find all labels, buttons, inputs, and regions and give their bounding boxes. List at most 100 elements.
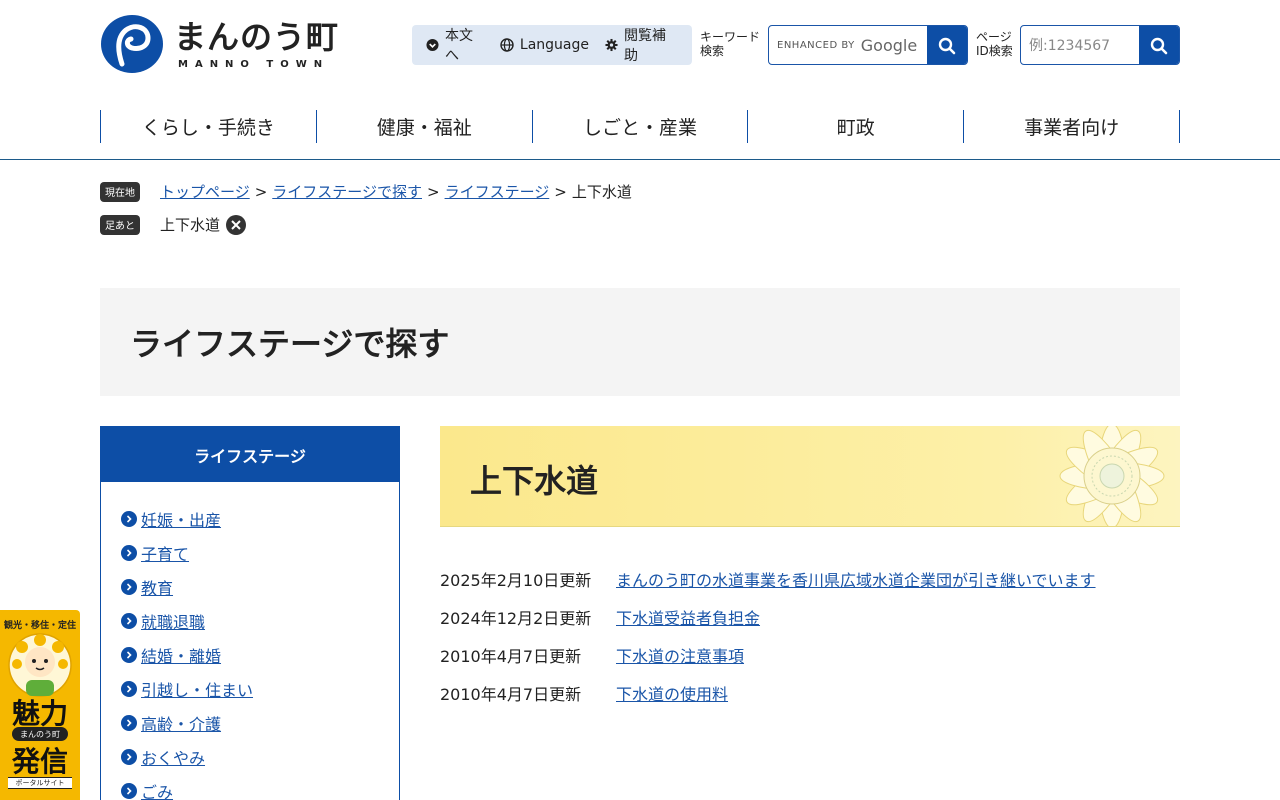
gnav-item-business[interactable]: 事業者向け (963, 110, 1180, 143)
keyword-label-line1: キーワード (700, 30, 761, 44)
page-id-search-button[interactable] (1139, 26, 1179, 64)
page-id-search: 例:1234567 (1020, 25, 1180, 65)
update-row: 2025年2月10日更新 まんのう町の水道事業を香川県広域水道企業団が引き継いでい… (440, 560, 1180, 598)
sidebar-link[interactable]: ごみ (141, 779, 173, 800)
gnav-item-government[interactable]: 町政 (747, 110, 963, 143)
update-row: 2010年4月7日更新 下水道の注意事項 (440, 636, 1180, 674)
sidebar-item: 結婚・離婚 (101, 638, 399, 672)
search-icon (938, 37, 956, 55)
google-enhanced-text: ENHANCED BY (777, 39, 855, 51)
page-id-search-label: ページ ID検索 (976, 30, 1013, 58)
section-banner: 上下水道 (440, 426, 1180, 527)
utility-links: 本文へ Language 閲覧補助 (412, 25, 692, 65)
language-label: Language (519, 37, 590, 53)
site-logo[interactable]: まんのう町 MANNO TOWN (100, 14, 339, 74)
chevron-right-icon (121, 545, 137, 561)
update-date: 2010年4月7日更新 (440, 685, 582, 704)
sidebar-item: おくやみ (101, 740, 399, 774)
mascot-icon (8, 633, 72, 697)
sidebar-item: 教育 (101, 570, 399, 604)
chevron-right-icon (121, 749, 137, 765)
chevron-right-icon (121, 647, 137, 663)
breadcrumb-separator: > (254, 182, 268, 201)
update-date: 2024年12月2日更新 (440, 609, 592, 628)
keyword-search-button[interactable] (927, 26, 967, 64)
chevron-right-icon (121, 681, 137, 697)
keyword-search-label: キーワード 検索 (700, 30, 760, 58)
history-tag: 足あと (100, 214, 140, 235)
sidebar-link[interactable]: 結婚・離婚 (141, 643, 221, 667)
update-link[interactable]: 下水道の使用料 (616, 681, 728, 705)
update-date: 2025年2月10日更新 (440, 571, 592, 590)
accessibility-link[interactable]: 閲覧補助 (605, 25, 676, 65)
update-row: 2010年4月7日更新 下水道の使用料 (440, 674, 1180, 712)
page-title-band: ライフステージで探す (100, 288, 1180, 396)
remove-history-button[interactable] (226, 214, 247, 235)
logo-text-en: MANNO TOWN (178, 58, 330, 70)
gear-icon (605, 38, 618, 52)
page-id-input[interactable]: 例:1234567 (1021, 26, 1139, 64)
sunflower-illustration (1059, 426, 1165, 526)
update-date: 2010年4月7日更新 (440, 647, 582, 666)
google-brand-text: Google (860, 35, 918, 55)
breadcrumb-separator: > (554, 182, 567, 201)
header-divider (0, 159, 1280, 160)
sidebar-link[interactable]: 教育 (141, 575, 173, 599)
sidebar-item: 就職退職 (101, 604, 399, 638)
update-link[interactable]: 下水道受益者負担金 (616, 605, 760, 629)
chevron-right-icon (121, 511, 137, 527)
gnav-item-work[interactable]: しごと・産業 (531, 110, 748, 143)
history-trail: 足あと 上下水道 (100, 214, 247, 235)
sidebar-link[interactable]: 子育て (141, 541, 189, 565)
page-title: ライフステージで探す (130, 325, 450, 363)
sidebar-link[interactable]: 引越し・住まい (141, 677, 253, 701)
update-list: 2025年2月10日更新 まんのう町の水道事業を香川県広域水道企業団が引き継いでい… (440, 560, 1180, 712)
update-row: 2024年12月2日更新 下水道受益者負担金 (440, 598, 1180, 636)
keyword-label-line2: 検索 (700, 44, 725, 58)
portal-title-1: 魅力 (11, 697, 68, 730)
global-nav: くらし・手続き 健康・福祉 しごと・産業 町政 事業者向け (100, 110, 1180, 143)
portal-top-text: 観光・移住・定住 (3, 621, 76, 631)
chevron-right-icon (121, 783, 137, 799)
sidebar-list: 妊娠・出産子育て教育就職退職結婚・離婚引越し・住まい 高齢・介護おくやみごみ (101, 482, 399, 800)
breadcrumb-link-lifestage-search[interactable]: ライフステージで探す (272, 181, 422, 202)
sidebar-item: 高齢・介護 (101, 706, 399, 740)
keyword-search-input[interactable]: ENHANCED BY Google (769, 26, 927, 64)
gnav-item-living[interactable]: くらし・手続き (100, 110, 316, 143)
sidebar-link[interactable]: 妊娠・出産 (141, 507, 221, 531)
update-link[interactable]: 下水道の注意事項 (616, 643, 744, 667)
current-location-tag: 現在地 (100, 181, 140, 202)
logo-text-jp: まんのう町 (174, 17, 340, 56)
history-item[interactable]: 上下水道 (160, 214, 220, 235)
accessibility-label: 閲覧補助 (624, 28, 667, 64)
chevron-down-circle-icon (426, 38, 439, 52)
update-link[interactable]: まんのう町の水道事業を香川県広域水道企業団が引き継いでいます (616, 567, 1096, 591)
portal-title-2: 発信 (11, 745, 68, 778)
page-id-label-line1: ページ (976, 30, 1012, 44)
sidebar: ライフステージ 妊娠・出産子育て教育就職退職結婚・離婚引越し・住まい 高齢・介護お… (100, 426, 400, 800)
sidebar-item: ごみ (101, 774, 399, 800)
portal-pill: まんのう町 (12, 727, 68, 741)
sidebar-item: 子育て (101, 536, 399, 570)
language-link[interactable]: Language (500, 37, 589, 53)
breadcrumb-current: 上下水道 (571, 183, 632, 201)
sidebar-item: 妊娠・出産 (101, 502, 399, 536)
sidebar-heading: ライフステージ (101, 427, 399, 482)
search-icon (1150, 37, 1168, 55)
breadcrumb-separator: > (426, 182, 440, 201)
portal-bottom-text: ポータルサイト (8, 777, 72, 789)
breadcrumb: 現在地 トップページ > ライフステージで探す > ライフステージ > 上下水道 (100, 181, 632, 202)
sidebar-link[interactable]: 高齢・介護 (141, 711, 221, 735)
globe-icon (500, 38, 514, 52)
breadcrumb-link-lifestage[interactable]: ライフステージ (445, 181, 550, 202)
chevron-right-icon (121, 579, 137, 595)
sidebar-link[interactable]: 就職退職 (141, 609, 205, 633)
page-id-label-line2: ID検索 (976, 44, 1013, 58)
skip-to-content-link[interactable]: 本文へ (426, 25, 484, 65)
breadcrumb-link-top[interactable]: トップページ (160, 181, 250, 202)
sidebar-item: 引越し・住まい (101, 672, 399, 706)
sidebar-link[interactable]: おくやみ (141, 745, 205, 769)
close-icon (231, 219, 241, 230)
gnav-item-health[interactable]: 健康・福祉 (315, 110, 532, 143)
portal-site-banner[interactable]: 観光・移住・定住 魅力 まんのう町 発信 ポータルサイト (0, 610, 80, 800)
